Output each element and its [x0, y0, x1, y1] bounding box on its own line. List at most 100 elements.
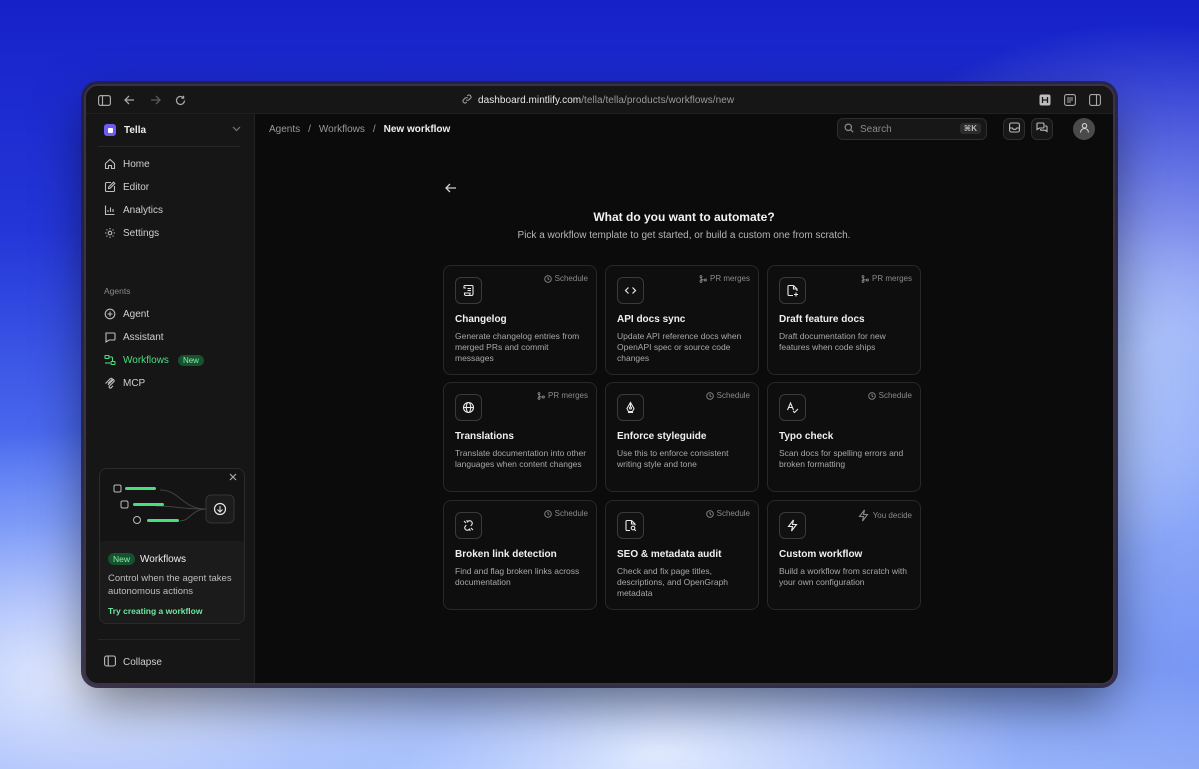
back-nav-icon[interactable]	[121, 92, 137, 108]
promo-description: Control when the agent takes autonomous …	[108, 573, 232, 597]
collapse-sidebar-button[interactable]: Collapse	[104, 655, 162, 670]
workflow-template-card[interactable]: You decide Custom workflow Build a workflo…	[767, 500, 921, 610]
sidebar-item-mcp[interactable]: MCP	[104, 375, 145, 391]
split-view-icon[interactable]	[1087, 92, 1103, 108]
home-icon	[104, 158, 116, 170]
page-subtitle: Pick a workflow template to get started,…	[517, 230, 851, 241]
close-icon[interactable]	[229, 473, 237, 484]
trigger-label: Schedule	[867, 391, 912, 400]
forward-nav-icon[interactable]	[147, 92, 163, 108]
agents-group-label: Agents	[104, 286, 131, 296]
chat-button[interactable]	[1031, 118, 1053, 140]
trigger-text: PR merges	[547, 391, 588, 400]
new-badge: New	[108, 553, 136, 565]
back-arrow-icon[interactable]	[445, 180, 457, 198]
card-title: Draft feature docs	[779, 314, 865, 325]
sidebar-item-label: Agent	[123, 308, 150, 320]
sidebar-item-settings[interactable]: Settings	[104, 225, 159, 241]
url-host: dashboard.mintlify.com	[478, 95, 582, 106]
promo-title-row: New Workflows	[108, 553, 186, 565]
broken-link-icon	[455, 512, 482, 539]
workflow-template-card[interactable]: PR merges Translations Translate documenta…	[443, 382, 597, 492]
card-description: Check and fix page titles, descriptions,…	[617, 566, 729, 598]
file-search-icon	[617, 512, 644, 539]
trigger-label: Schedule	[543, 274, 588, 283]
search-input[interactable]: Search ⌘K	[837, 118, 987, 140]
sidebar-item-editor[interactable]: Editor	[104, 179, 149, 195]
workflow-template-card[interactable]: Schedule Typo check Scan docs for spelling…	[767, 382, 921, 492]
sidebar-item-home[interactable]: Home	[104, 156, 150, 172]
page-title: What do you want to automate?	[593, 210, 775, 224]
card-description: Find and flag broken links across docume…	[455, 566, 580, 587]
reload-icon[interactable]	[172, 92, 188, 108]
sidebar-item-workflows[interactable]: Workflows New	[104, 352, 204, 368]
sidebar-toggle-icon[interactable]	[96, 92, 112, 108]
sidebar: Tella Home Editor Analytics Settings Age…	[86, 114, 255, 683]
trigger-label: Schedule	[543, 509, 588, 518]
promo-illustration	[100, 469, 244, 541]
search-shortcut: ⌘K	[959, 123, 981, 134]
card-title: Changelog	[455, 314, 507, 325]
workflow-template-card[interactable]: Schedule Enforce styleguide Use this to en…	[605, 382, 759, 492]
card-title: Translations	[455, 431, 514, 442]
breadcrumb-separator: /	[372, 124, 376, 135]
clock-icon	[705, 391, 714, 400]
clock-icon	[867, 391, 876, 400]
sidebar-item-label: Editor	[123, 181, 150, 193]
gear-icon	[104, 227, 116, 239]
inbox-icon	[1008, 120, 1020, 138]
address-bar[interactable]: dashboard.mintlify.com/tella/tella/produ…	[462, 94, 734, 107]
browser-window: dashboard.mintlify.com/tella/tella/produ…	[86, 86, 1113, 683]
sidebar-item-label: Settings	[123, 227, 160, 239]
link-icon	[462, 94, 472, 107]
clock-icon	[543, 509, 552, 518]
trigger-text: PR merges	[709, 274, 750, 283]
trigger-text: You decide	[872, 511, 912, 520]
extension-icon[interactable]	[1037, 92, 1053, 108]
trigger-label: You decide	[857, 509, 912, 522]
workflow-template-card[interactable]: PR merges API docs sync Update API referen…	[605, 265, 759, 375]
workflow-template-card[interactable]: Schedule Broken link detection Find and fl…	[443, 500, 597, 610]
sidebar-item-agent[interactable]: Agent	[104, 306, 149, 322]
sidebar-item-label: Workflows	[123, 354, 169, 366]
workflow-template-card[interactable]: Schedule Changelog Generate changelog entr…	[443, 265, 597, 375]
trigger-text: Schedule	[716, 391, 750, 400]
search-icon	[844, 123, 854, 136]
breadcrumb-agents[interactable]: Agents	[269, 124, 300, 135]
org-switcher[interactable]: Tella	[104, 124, 146, 136]
file-plus-icon	[779, 277, 806, 304]
plus-circle-icon	[104, 308, 116, 320]
trigger-text: Schedule	[554, 509, 588, 518]
card-description: Scan docs for spelling errors and broken…	[779, 448, 904, 469]
sidebar-item-analytics[interactable]: Analytics	[104, 202, 163, 218]
trigger-label: Schedule	[705, 391, 750, 400]
workflow-icon	[104, 354, 116, 366]
inbox-button[interactable]	[1003, 118, 1025, 140]
breadcrumb-workflows[interactable]: Workflows	[319, 124, 365, 135]
avatar[interactable]	[1073, 118, 1095, 140]
trigger-label: PR merges	[537, 391, 588, 400]
sidebar-item-label: MCP	[123, 377, 146, 389]
trigger-label: PR merges	[861, 274, 912, 283]
scroll-icon	[455, 277, 482, 304]
chevron-down-icon[interactable]	[232, 124, 241, 134]
card-description: Use this to enforce consistent writing s…	[617, 448, 729, 469]
org-name: Tella	[124, 124, 147, 136]
sidebar-item-label: Home	[123, 158, 150, 170]
bolt-icon	[857, 509, 870, 522]
card-title: API docs sync	[617, 314, 686, 325]
browser-toolbar: dashboard.mintlify.com/tella/tella/produ…	[86, 86, 1113, 114]
card-description: Draft documentation for new features whe…	[779, 331, 886, 352]
reader-icon[interactable]	[1062, 92, 1078, 108]
spell-check-icon	[779, 394, 806, 421]
divider	[98, 146, 240, 147]
try-workflow-link[interactable]: Try creating a workflow	[108, 606, 202, 616]
sidebar-item-assistant[interactable]: Assistant	[104, 329, 164, 345]
org-logo-icon	[104, 124, 116, 136]
workflows-promo-card: New Workflows Control when the agent tak…	[99, 468, 245, 624]
divider	[98, 639, 240, 640]
workflow-template-card[interactable]: PR merges Draft feature docs Draft documen…	[767, 265, 921, 375]
trigger-text: PR merges	[871, 274, 912, 283]
workflow-template-card[interactable]: Schedule SEO & metadata audit Check and fi…	[605, 500, 759, 610]
clock-icon	[543, 274, 552, 283]
